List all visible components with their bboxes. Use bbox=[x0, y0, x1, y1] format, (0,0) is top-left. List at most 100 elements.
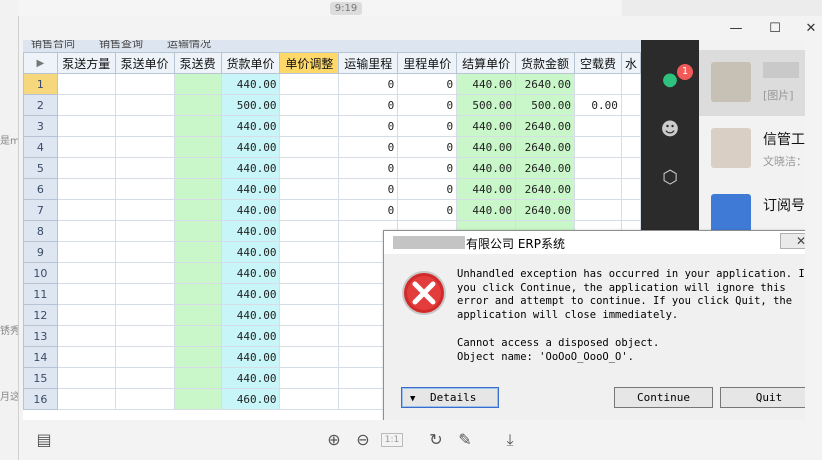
cell-pump-price[interactable] bbox=[114, 199, 175, 221]
zoom-out-icon[interactable]: ⊖ bbox=[352, 430, 374, 450]
cell-price-adjust[interactable] bbox=[279, 346, 340, 368]
contacts-icon[interactable]: ☻ bbox=[658, 118, 682, 142]
table-row[interactable]: 1 440.00 0 0 440.00 2640.00 bbox=[23, 73, 641, 95]
cell-unit-price[interactable]: 440.00 bbox=[220, 283, 281, 305]
zoom-in-icon[interactable]: ⊕ bbox=[323, 430, 345, 450]
row-number[interactable]: 1 bbox=[23, 73, 58, 95]
erp-tab[interactable]: 运输情况 bbox=[167, 40, 211, 51]
download-icon[interactable]: ⤓ bbox=[499, 430, 521, 450]
cell-unit-price[interactable]: 440.00 bbox=[220, 367, 281, 389]
cell-price-adjust[interactable] bbox=[279, 283, 340, 305]
chat-item[interactable]: 信管工作流 文晓洁：嗯 bbox=[699, 116, 805, 182]
cell-empty-fee[interactable] bbox=[574, 199, 622, 221]
column-header[interactable]: 货款金额 bbox=[515, 52, 575, 74]
cell-amount[interactable]: 2640.00 bbox=[515, 136, 575, 158]
cell-pump-fee[interactable] bbox=[173, 367, 222, 389]
cell-price-adjust[interactable] bbox=[279, 367, 340, 389]
cell-pump-volume[interactable] bbox=[56, 388, 116, 410]
cell-unit-price[interactable]: 440.00 bbox=[220, 304, 281, 326]
cell-pump-price[interactable] bbox=[114, 73, 175, 95]
cell-pump-fee[interactable] bbox=[173, 73, 222, 95]
cell-empty-fee[interactable] bbox=[574, 178, 622, 200]
cell-pump-volume[interactable] bbox=[56, 367, 116, 389]
row-number[interactable]: 4 bbox=[23, 136, 58, 158]
cell-price-adjust[interactable] bbox=[279, 178, 340, 200]
row-number[interactable]: 16 bbox=[23, 388, 58, 410]
cell-pump-fee[interactable] bbox=[173, 115, 222, 137]
cell-distance[interactable]: 0 bbox=[338, 94, 399, 116]
gallery-icon[interactable]: ▤ bbox=[33, 430, 55, 450]
row-number[interactable]: 14 bbox=[23, 346, 58, 368]
cell-amount[interactable]: 2640.00 bbox=[515, 115, 575, 137]
cell-unit-price[interactable]: 440.00 bbox=[220, 157, 281, 179]
cell-unit-price[interactable]: 440.00 bbox=[220, 178, 281, 200]
cell-price-adjust[interactable] bbox=[279, 241, 340, 263]
column-header-highlighted[interactable]: 单价调整 bbox=[279, 52, 340, 74]
cell-water[interactable] bbox=[620, 136, 641, 158]
cell-pump-volume[interactable] bbox=[56, 199, 116, 221]
table-row[interactable]: 6 440.00 0 0 440.00 2640.00 bbox=[23, 178, 641, 200]
chat-item[interactable]: [图片] bbox=[699, 50, 805, 116]
column-header[interactable]: 空载费 bbox=[574, 52, 622, 74]
cell-amount[interactable]: 500.00 bbox=[515, 94, 575, 116]
cell-pump-price[interactable] bbox=[114, 388, 175, 410]
cell-price-adjust[interactable] bbox=[279, 262, 340, 284]
cell-pump-volume[interactable] bbox=[56, 241, 116, 263]
cell-price-adjust[interactable] bbox=[279, 304, 340, 326]
cell-price-adjust[interactable] bbox=[279, 199, 340, 221]
cell-pump-fee[interactable] bbox=[173, 388, 222, 410]
cell-pump-fee[interactable] bbox=[173, 94, 222, 116]
cell-unit-price[interactable]: 440.00 bbox=[220, 73, 281, 95]
cell-pump-volume[interactable] bbox=[56, 262, 116, 284]
cell-water[interactable] bbox=[620, 157, 641, 179]
cell-pump-price[interactable] bbox=[114, 178, 175, 200]
column-header[interactable]: 泵送单价 bbox=[114, 52, 175, 74]
cell-distance[interactable]: 0 bbox=[338, 115, 399, 137]
cell-water[interactable] bbox=[620, 94, 641, 116]
cell-unit-price[interactable]: 460.00 bbox=[220, 388, 281, 410]
cell-settle-price[interactable]: 440.00 bbox=[456, 199, 517, 221]
row-number[interactable]: 2 bbox=[23, 94, 58, 116]
cell-price-adjust[interactable] bbox=[279, 115, 340, 137]
row-number[interactable]: 5 bbox=[23, 157, 58, 179]
cell-price-adjust[interactable] bbox=[279, 73, 340, 95]
cell-distance-price[interactable]: 0 bbox=[397, 136, 458, 158]
cell-pump-volume[interactable] bbox=[56, 220, 116, 242]
cell-pump-price[interactable] bbox=[114, 220, 175, 242]
cell-settle-price[interactable]: 440.00 bbox=[456, 178, 517, 200]
cell-pump-price[interactable] bbox=[114, 346, 175, 368]
cell-pump-price[interactable] bbox=[114, 367, 175, 389]
cell-pump-fee[interactable] bbox=[173, 157, 222, 179]
cell-pump-volume[interactable] bbox=[56, 283, 116, 305]
table-row[interactable]: 5 440.00 0 0 440.00 2640.00 bbox=[23, 157, 641, 179]
cell-distance[interactable]: 0 bbox=[338, 73, 399, 95]
cell-pump-volume[interactable] bbox=[56, 115, 116, 137]
cell-empty-fee[interactable] bbox=[574, 73, 622, 95]
column-header[interactable]: 泵送方量 bbox=[56, 52, 116, 74]
cell-pump-price[interactable] bbox=[114, 325, 175, 347]
cell-empty-fee[interactable] bbox=[574, 157, 622, 179]
cell-price-adjust[interactable] bbox=[279, 325, 340, 347]
cell-distance[interactable]: 0 bbox=[338, 199, 399, 221]
cell-price-adjust[interactable] bbox=[279, 136, 340, 158]
cell-price-adjust[interactable] bbox=[279, 220, 340, 242]
cell-amount[interactable]: 2640.00 bbox=[515, 73, 575, 95]
cell-water[interactable] bbox=[620, 199, 641, 221]
column-header[interactable]: 泵送费 bbox=[173, 52, 222, 74]
cell-empty-fee[interactable] bbox=[574, 115, 622, 137]
cell-unit-price[interactable]: 440.00 bbox=[220, 241, 281, 263]
cell-price-adjust[interactable] bbox=[279, 94, 340, 116]
cell-amount[interactable]: 2640.00 bbox=[515, 199, 575, 221]
dialog-close-button[interactable]: ✕ bbox=[780, 233, 805, 249]
cell-settle-price[interactable]: 440.00 bbox=[456, 115, 517, 137]
box-icon[interactable]: ⬡ bbox=[658, 166, 682, 190]
cell-unit-price[interactable]: 440.00 bbox=[220, 346, 281, 368]
cell-settle-price[interactable]: 440.00 bbox=[456, 73, 517, 95]
row-number[interactable]: 15 bbox=[23, 367, 58, 389]
table-row[interactable]: 7 440.00 0 0 440.00 2640.00 bbox=[23, 199, 641, 221]
erp-tab[interactable]: 销售查询 bbox=[99, 40, 143, 51]
cell-pump-fee[interactable] bbox=[173, 199, 222, 221]
table-row[interactable]: 4 440.00 0 0 440.00 2640.00 bbox=[23, 136, 641, 158]
cell-pump-price[interactable] bbox=[114, 115, 175, 137]
cell-pump-fee[interactable] bbox=[173, 346, 222, 368]
